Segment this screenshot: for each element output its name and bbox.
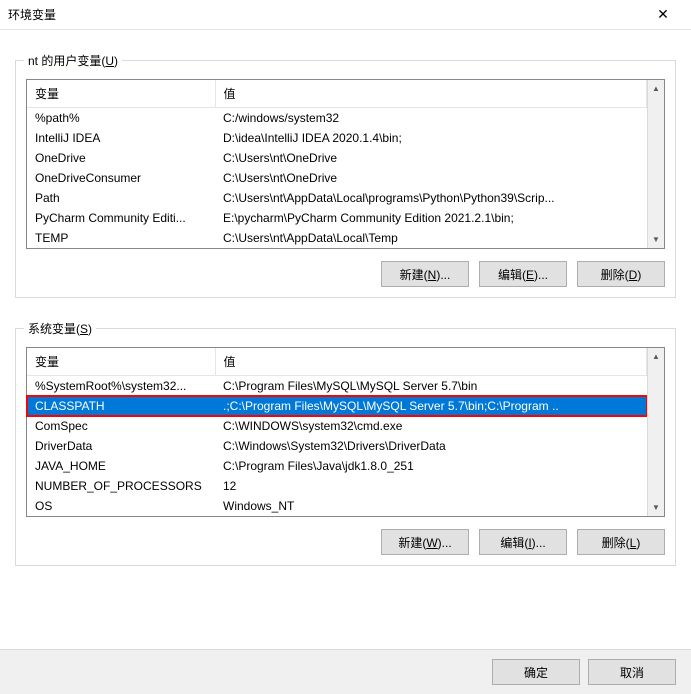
scroll-up-icon[interactable]: ▲ xyxy=(648,80,664,97)
cancel-button[interactable]: 取消 xyxy=(588,659,676,685)
titlebar: 环境变量 ✕ xyxy=(0,0,691,30)
cell-value: D:\idea\IntelliJ IDEA 2020.1.4\bin; xyxy=(215,128,647,148)
cell-variable: OneDriveConsumer xyxy=(27,168,215,188)
table-row[interactable]: ComSpecC:\WINDOWS\system32\cmd.exe xyxy=(27,416,647,436)
cell-value: .;C:\Program Files\MySQL\MySQL Server 5.… xyxy=(215,396,647,416)
cell-value: C:/windows/system32 xyxy=(215,108,647,129)
cell-variable: PyCharm Community Editi... xyxy=(27,208,215,228)
user-vars-table[interactable]: 变量 值 %path%C:/windows/system32IntelliJ I… xyxy=(27,80,647,248)
table-row[interactable]: PyCharm Community Editi...E:\pycharm\PyC… xyxy=(27,208,647,228)
content-area: nt 的用户变量(U) 变量 值 %path%C:/windows/system… xyxy=(0,30,691,566)
table-row[interactable]: PathC:\Users\nt\AppData\Local\programs\P… xyxy=(27,188,647,208)
cell-variable: JAVA_HOME xyxy=(27,456,215,476)
cell-variable: IntelliJ IDEA xyxy=(27,128,215,148)
col-header-variable[interactable]: 变量 xyxy=(27,348,215,376)
sys-edit-button[interactable]: 编辑(I)... xyxy=(479,529,567,555)
user-vars-buttons: 新建(N)... 编辑(E)... 删除(D) xyxy=(26,261,665,287)
table-row[interactable]: DriverDataC:\Windows\System32\Drivers\Dr… xyxy=(27,436,647,456)
user-delete-button[interactable]: 删除(D) xyxy=(577,261,665,287)
col-header-value[interactable]: 值 xyxy=(215,80,647,108)
cell-value: C:\WINDOWS\system32\cmd.exe xyxy=(215,416,647,436)
cell-variable: DriverData xyxy=(27,436,215,456)
cell-variable: NUMBER_OF_PROCESSORS xyxy=(27,476,215,496)
table-row[interactable]: NUMBER_OF_PROCESSORS12 xyxy=(27,476,647,496)
cell-value: E:\pycharm\PyCharm Community Edition 202… xyxy=(215,208,647,228)
table-row[interactable]: OneDriveC:\Users\nt\OneDrive xyxy=(27,148,647,168)
cell-variable: %path% xyxy=(27,108,215,129)
sys-delete-button[interactable]: 删除(L) xyxy=(577,529,665,555)
table-row[interactable]: OSWindows_NT xyxy=(27,496,647,516)
cell-variable: Path xyxy=(27,188,215,208)
cell-value: C:\Program Files\Java\jdk1.8.0_251 xyxy=(215,456,647,476)
cell-value: C:\Users\nt\OneDrive xyxy=(215,148,647,168)
user-variables-group: nt 的用户变量(U) 变量 值 %path%C:/windows/system… xyxy=(15,60,676,298)
cell-value: 12 xyxy=(215,476,647,496)
sys-vars-label: 系统变量(S) xyxy=(24,320,96,337)
user-vars-table-wrap: 变量 值 %path%C:/windows/system32IntelliJ I… xyxy=(26,79,665,249)
dialog-footer: 确定 取消 xyxy=(0,649,691,694)
scroll-down-icon[interactable]: ▼ xyxy=(648,231,664,248)
table-row[interactable]: %path%C:/windows/system32 xyxy=(27,108,647,129)
close-icon: ✕ xyxy=(657,6,669,23)
cell-value: C:\Users\nt\AppData\Local\programs\Pytho… xyxy=(215,188,647,208)
cell-variable: ComSpec xyxy=(27,416,215,436)
table-header-row: 变量 值 xyxy=(27,80,647,108)
close-button[interactable]: ✕ xyxy=(643,1,683,29)
table-header-row: 变量 值 xyxy=(27,348,647,376)
sys-vars-buttons: 新建(W)... 编辑(I)... 删除(L) xyxy=(26,529,665,555)
user-vars-label: nt 的用户变量(U) xyxy=(24,52,122,69)
table-row[interactable]: JAVA_HOMEC:\Program Files\Java\jdk1.8.0_… xyxy=(27,456,647,476)
cell-value: C:\Program Files\MySQL\MySQL Server 5.7\… xyxy=(215,376,647,397)
cell-value: C:\Windows\System32\Drivers\DriverData xyxy=(215,436,647,456)
col-header-variable[interactable]: 变量 xyxy=(27,80,215,108)
system-variables-group: 系统变量(S) 变量 值 %SystemRoot%\system32...C:\… xyxy=(15,328,676,566)
col-header-value[interactable]: 值 xyxy=(215,348,647,376)
cell-variable: %SystemRoot%\system32... xyxy=(27,376,215,397)
sys-vars-table-wrap: 变量 值 %SystemRoot%\system32...C:\Program … xyxy=(26,347,665,517)
sys-vars-table[interactable]: 变量 值 %SystemRoot%\system32...C:\Program … xyxy=(27,348,647,516)
user-vars-scrollbar[interactable]: ▲ ▼ xyxy=(647,80,664,248)
cell-variable: CLASSPATH xyxy=(27,396,215,416)
user-new-button[interactable]: 新建(N)... xyxy=(381,261,469,287)
cell-value: Windows_NT xyxy=(215,496,647,516)
cell-variable: OneDrive xyxy=(27,148,215,168)
cell-variable: OS xyxy=(27,496,215,516)
user-edit-button[interactable]: 编辑(E)... xyxy=(479,261,567,287)
table-row[interactable]: OneDriveConsumerC:\Users\nt\OneDrive xyxy=(27,168,647,188)
cell-variable: TEMP xyxy=(27,228,215,248)
table-row[interactable]: TEMPC:\Users\nt\AppData\Local\Temp xyxy=(27,228,647,248)
sys-vars-scrollbar[interactable]: ▲ ▼ xyxy=(647,348,664,516)
table-row[interactable]: CLASSPATH.;C:\Program Files\MySQL\MySQL … xyxy=(27,396,647,416)
cell-value: C:\Users\nt\AppData\Local\Temp xyxy=(215,228,647,248)
window-title: 环境变量 xyxy=(8,6,56,23)
table-row[interactable]: IntelliJ IDEAD:\idea\IntelliJ IDEA 2020.… xyxy=(27,128,647,148)
sys-new-button[interactable]: 新建(W)... xyxy=(381,529,469,555)
scroll-down-icon[interactable]: ▼ xyxy=(648,499,664,516)
scroll-up-icon[interactable]: ▲ xyxy=(648,348,664,365)
cell-value: C:\Users\nt\OneDrive xyxy=(215,168,647,188)
table-row[interactable]: %SystemRoot%\system32...C:\Program Files… xyxy=(27,376,647,397)
ok-button[interactable]: 确定 xyxy=(492,659,580,685)
